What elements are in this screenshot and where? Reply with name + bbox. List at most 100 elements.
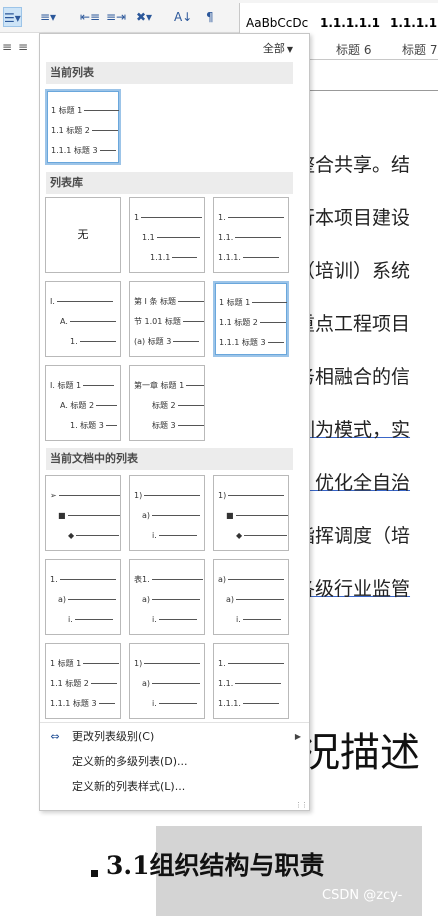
list-level-row: 1. (50, 574, 116, 586)
list-level-line (144, 495, 201, 496)
menu-change-list-level[interactable]: ⇔ 更改列表级别(C) ▶ (40, 726, 309, 748)
list-level-line (259, 322, 286, 323)
list-level-line (173, 341, 200, 342)
list-level-line (152, 515, 201, 516)
list-style-tile[interactable]: ➢ ■ ◆ (45, 475, 121, 551)
list-style-tile[interactable]: 表1. a) i. (129, 559, 205, 635)
filter-dropdown[interactable]: 全部 ▼ (263, 40, 293, 56)
style-label[interactable]: 标题 7 (402, 41, 437, 58)
list-style-tile[interactable]: I. 标题 1 A. 标题 2 1. 标题 3 (45, 365, 121, 441)
list-level-label: ◆ (68, 531, 75, 540)
menu-define-list-style[interactable]: 定义新的列表样式(L)... (40, 776, 309, 798)
list-level-line (177, 405, 204, 406)
list-level-row: 1. (70, 336, 116, 348)
list-style-tile[interactable]: 1 标题 1 1.1 标题 2 1.1.1 标题 3 (213, 281, 289, 357)
style-sample[interactable]: AaBbCcDc (246, 16, 308, 30)
align-left-icon[interactable]: ≡ (2, 40, 12, 54)
list-style-tile[interactable]: a) a) i. (213, 559, 289, 635)
list-level-row: 1.1.1 标题 3 (51, 145, 116, 157)
list-level-line (91, 130, 118, 131)
list-level-label: 1 标题 1 (50, 659, 82, 668)
list-style-tile[interactable]: 1. 1.1. 1.1.1. (213, 643, 289, 719)
list-level-row: i. (152, 530, 197, 542)
menu-define-multilevel-list[interactable]: 定义新的多级列表(D)... (40, 751, 309, 773)
document-text: 训为模式，实 (296, 419, 411, 441)
list-level-row: ➢ (50, 490, 120, 502)
list-level-line (228, 579, 285, 580)
style-label[interactable]: 标题 6 (336, 41, 371, 58)
list-level-row: a) (226, 594, 285, 606)
document-text: 重点工程项目 (296, 313, 411, 335)
list-level-row: 1.1.1 标题 3 (50, 698, 115, 710)
list-level-label: 1.1.1 标题 3 (50, 699, 97, 708)
list-level-line (84, 110, 119, 111)
list-level-line (158, 535, 197, 536)
list-level-row: a) (142, 594, 201, 606)
list-level-label: a) (142, 679, 151, 688)
list-level-row: 1) (218, 490, 285, 502)
list-level-line (186, 385, 204, 386)
style-sample[interactable]: 1.1.1.1.1 (320, 16, 380, 30)
list-style-tile[interactable]: 1) a) i. (129, 643, 205, 719)
multilevel-list-button[interactable]: ☰▾ (3, 7, 22, 27)
list-level-row: ■ (58, 510, 120, 522)
list-style-tile[interactable]: 第 I 条 标题节 1.01 标题 (a) 标题 3 (129, 281, 205, 357)
list-level-row: a) (142, 510, 201, 522)
list-level-line (79, 341, 116, 342)
list-level-label: 节 1.01 标题 (134, 317, 181, 326)
document-text-line: 各级行业监管 (296, 574, 410, 601)
document-text: 务相融合的信 (296, 366, 411, 388)
document-text: （培训）系统 (296, 260, 411, 282)
list-level-label: 1. (218, 659, 226, 668)
list-style-tile[interactable]: 1 标题 1 1.1 标题 2 1.1.1 标题 3 (45, 89, 121, 165)
document-text-line: 务相融合的信 (296, 362, 410, 389)
list-style-tile[interactable]: 1) ■ ◆ (213, 475, 289, 551)
list-level-label: 1. (50, 575, 58, 584)
list-level-row: 1.1 标题 2 (51, 125, 118, 137)
list-level-line (96, 405, 118, 406)
list-level-line (152, 599, 201, 600)
list-level-label: 1.1.1 标题 3 (51, 146, 98, 155)
list-level-label: i. (152, 699, 157, 708)
list-style-tile[interactable]: 1) a) i. (129, 475, 205, 551)
increase-indent-button[interactable]: ≡⇥ (106, 7, 126, 27)
list-level-row: 1) (134, 658, 201, 670)
list-style-tile[interactable]: 1. 1.1. 1.1.1. (213, 197, 289, 273)
list-level-label: I. (50, 297, 55, 306)
style-sample[interactable]: 1.1.1.1. (390, 16, 438, 30)
list-style-tile[interactable]: 1 1.1 1.1.1 (129, 197, 205, 273)
sort-button[interactable]: A↓ (174, 7, 192, 27)
document-text: 整合共享。结 (296, 154, 411, 176)
document-text-line: 整合共享。结 (296, 150, 410, 177)
list-level-line (227, 663, 284, 664)
chinese-layout-button[interactable]: ✖▾ (136, 7, 152, 27)
list-level-line (56, 301, 113, 302)
list-style-tile[interactable]: 1 标题 1 1.1 标题 2 1.1.1 标题 3 (45, 643, 121, 719)
list-level-label: 表1. (134, 575, 150, 584)
list-style-tile[interactable]: 第一章 标题 1 标题 2 标题 3 (129, 365, 205, 441)
menu-label: 定义新的多级列表(D)... (72, 755, 188, 768)
list-level-label: i. (236, 615, 241, 624)
list-level-line (178, 301, 204, 302)
list-level-row: 节 1.01 标题 (134, 316, 204, 328)
resize-grip-icon[interactable]: ⋮⋮ (295, 801, 308, 809)
decrease-indent-button[interactable]: ⇤≡ (80, 7, 100, 27)
list-level-row: 标题 3 (152, 420, 204, 432)
align-center-icon[interactable]: ≡ (18, 40, 28, 54)
list-level-row: 1.1.1. (218, 698, 279, 710)
list-level-row: i. (236, 614, 281, 626)
list-style-tile[interactable]: I. A. 1. (45, 281, 121, 357)
list-level-label: a) (142, 595, 151, 604)
list-level-line (99, 150, 116, 151)
list-style-tile[interactable]: 1. a) i. (45, 559, 121, 635)
show-marks-button[interactable]: ¶ (206, 7, 214, 27)
list-style-tile[interactable]: 无 (45, 197, 121, 273)
watermark: CSDN @zcy- (322, 888, 403, 903)
list-level-line (235, 683, 282, 684)
list-level-row: 1.1 标题 2 (50, 678, 117, 690)
list-level-row: 1. (218, 658, 284, 670)
list-level-row: ■ (226, 510, 288, 522)
numbering-button[interactable]: ≡▾ (40, 7, 56, 27)
submenu-arrow-icon: ▶ (294, 732, 301, 741)
list-level-line (242, 703, 279, 704)
